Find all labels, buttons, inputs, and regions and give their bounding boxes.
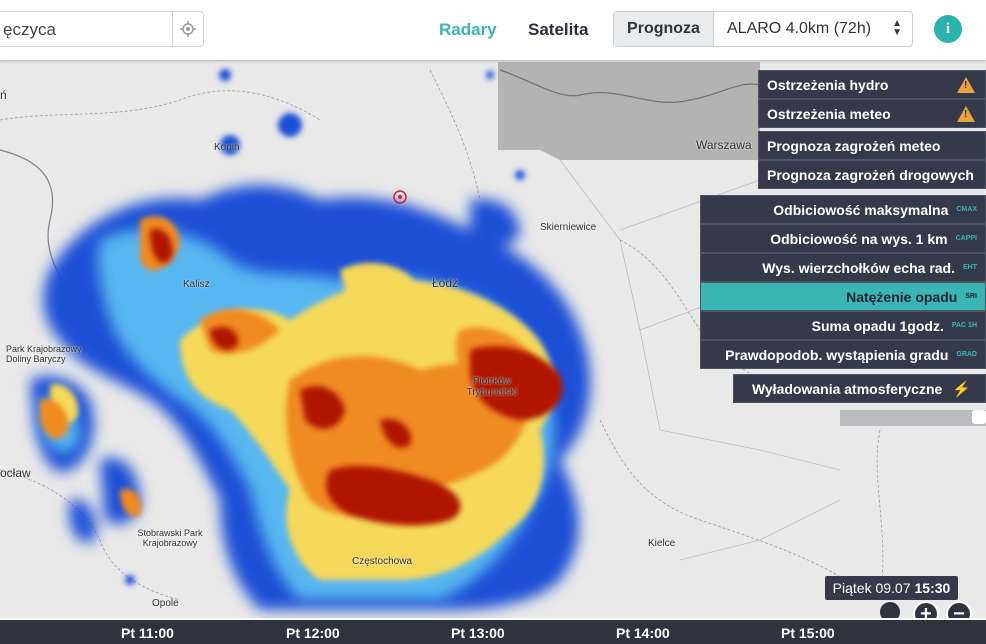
layer-pac1h-code: PAC 1H [951, 322, 977, 329]
warning-meteo-button[interactable]: Ostrzeżenia meteo ! [758, 99, 986, 128]
search-box [0, 11, 204, 48]
timestamp-day: Piątek 09.07 [832, 580, 911, 596]
locate-button[interactable] [172, 12, 203, 46]
warning-hydro-label: Ostrzeżenia hydro [767, 77, 889, 93]
timeline-bar[interactable]: Pt 11:00 Pt 12:00 Pt 13:00 Pt 14:00 Pt 1… [0, 618, 986, 644]
top-bar: Radary Satelita Prognoza ALARO 4.0km (72… [0, 0, 986, 60]
map-label-warszawa: Warszawa [696, 138, 752, 152]
forecast-threats-road-label: Prognoza zagrożeń drogowych [767, 167, 974, 183]
map-label-lodz: Łódź [432, 276, 459, 290]
nav-radar[interactable]: Radary [439, 20, 497, 40]
timeline-tick[interactable]: Pt 13:00 [451, 625, 505, 641]
layer-sri[interactable]: Natężenie opadu SRI [700, 282, 986, 311]
lightning-button[interactable]: Wyładowania atmosferyczne ⚡ [733, 374, 986, 403]
lightning-label: Wyładowania atmosferyczne [751, 380, 943, 397]
map-label-wroclaw: ocław [0, 466, 31, 480]
layer-grad-code: GRAD [956, 351, 977, 358]
lightning-icon: ⚡ [952, 380, 971, 398]
layer-grad-label: Prawdopodob. wystąpienia gradu [725, 346, 949, 363]
layer-cmax-code: CMAX [956, 206, 977, 213]
warning-meteo-label: Ostrzeżenia meteo [767, 106, 891, 122]
layer-cmax[interactable]: Odbiciowość maksymalna CMAX [700, 195, 986, 224]
layer-eht-code: EHT [963, 264, 977, 271]
map-label-piotrkow: Piotrków Trybunalski [466, 376, 518, 398]
map-label-skierniewice: Skierniewice [540, 222, 597, 233]
layer-sri-label: Natężenie opadu [846, 288, 958, 305]
warning-hydro-button[interactable]: Ostrzeżenia hydro ! [758, 70, 986, 99]
timeline-track [0, 618, 986, 620]
search-input[interactable] [1, 12, 165, 48]
timeline-tick[interactable]: Pt 11:00 [121, 625, 174, 641]
layer-grad[interactable]: Prawdopodob. wystąpienia gradu GRAD [700, 340, 986, 369]
map-label-konin: Konin [214, 142, 240, 153]
timestamp-time: 15:30 [914, 580, 951, 596]
current-timestamp: Piątek 09.07 15:30 [825, 576, 958, 600]
map-label-opole: Opole [152, 598, 179, 609]
timeline-tick[interactable]: Pt 15:00 [781, 625, 835, 641]
forecast-threats-meteo-button[interactable]: Prognoza zagrożeń meteo [758, 131, 986, 160]
legend-toggle[interactable] [972, 410, 986, 424]
map-label-czestochowa: Częstochowa [352, 556, 413, 567]
forecast-threats-road-button[interactable]: Prognoza zagrożeń drogowych [758, 160, 986, 189]
layer-eht[interactable]: Wys. wierzchołków echa rad. EHT [700, 253, 986, 282]
info-button[interactable]: i [934, 15, 962, 43]
timeline-tick[interactable]: Pt 14:00 [616, 625, 670, 641]
layer-cappi-label: Odbiciowość na wys. 1 km [770, 230, 948, 247]
layer-cappi-code: CAPPI [955, 235, 977, 242]
map-label-stobrawski: Stobrawski Park Krajobrazowy [137, 528, 203, 548]
forecast-label: Prognoza [614, 12, 714, 46]
layer-pac1h-label: Suma opadu 1godz. [811, 317, 944, 334]
warning-triangle-icon: ! [957, 77, 975, 93]
layer-cmax-label: Odbiciowość maksymalna [773, 201, 949, 218]
map-label-park-baryczy: Park Krajobrazowy Doliny Baryczy [6, 344, 82, 364]
layer-pac1h[interactable]: Suma opadu 1godz. PAC 1H [700, 311, 986, 340]
layer-sri-code: SRI [965, 293, 977, 300]
layer-cappi[interactable]: Odbiciowość na wys. 1 km CAPPI [700, 224, 986, 253]
timeline-tick[interactable]: Pt 12:00 [286, 625, 340, 641]
forecast-threats-meteo-label: Prognoza zagrożeń meteo [767, 138, 941, 154]
select-caret-icon: ▲ ▼ [892, 18, 902, 38]
forecast-select[interactable]: Prognoza ALARO 4.0km (72h) ▲ ▼ [613, 11, 913, 47]
map-label-kalisz: Kalisz [183, 279, 210, 290]
map-label-left: ń [0, 88, 7, 102]
warning-triangle-icon: ! [957, 106, 975, 122]
layer-eht-label: Wys. wierzchołków echa rad. [762, 259, 955, 276]
forecast-model-value: ALARO 4.0km (72h) [727, 20, 872, 37]
crosshair-icon [180, 21, 196, 37]
map-label-kielce: Kielce [648, 538, 676, 549]
nav-satellite[interactable]: Satelita [528, 20, 588, 40]
